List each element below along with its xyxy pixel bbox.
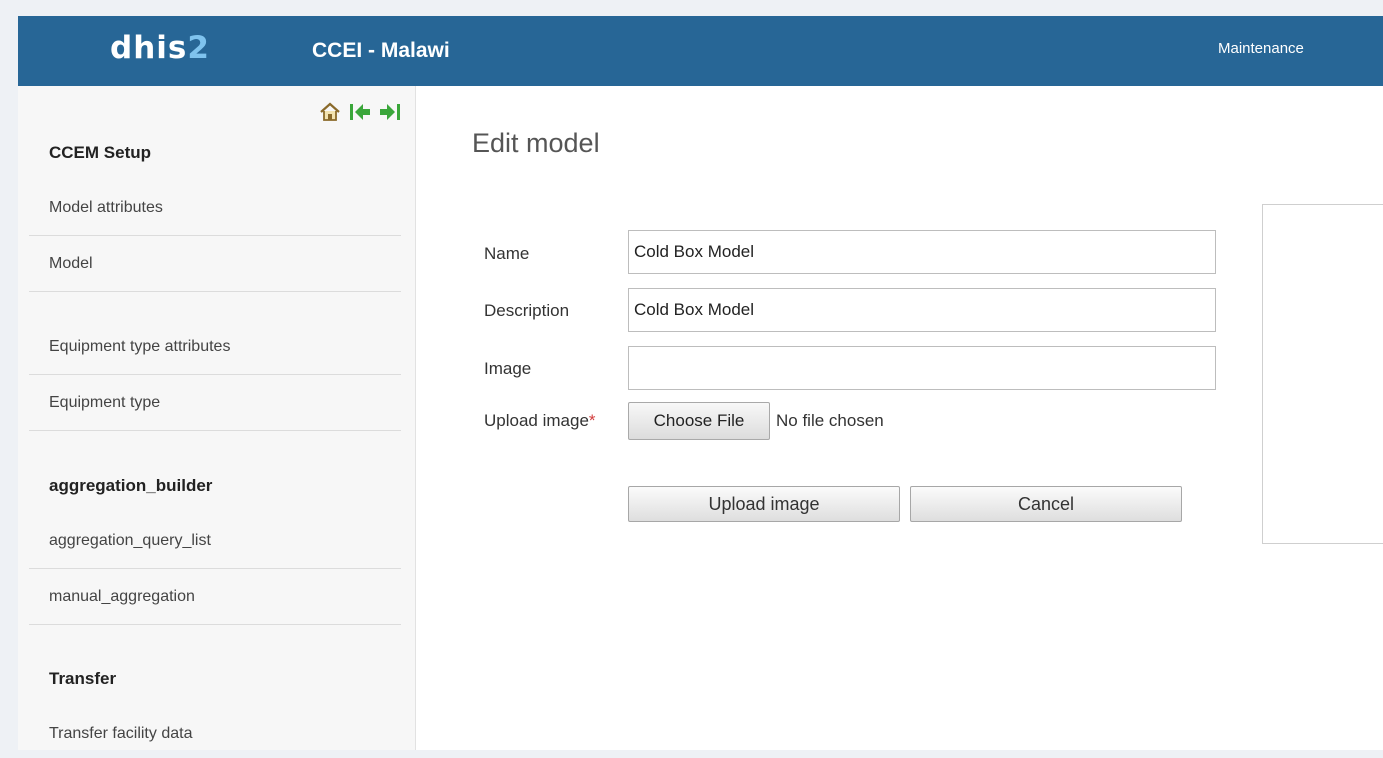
maintenance-link[interactable]: Maintenance xyxy=(1218,40,1304,57)
no-file-chosen-text: No file chosen xyxy=(776,411,884,430)
cancel-button[interactable]: Cancel xyxy=(910,486,1182,522)
sidebar-item-aggregation-query-list[interactable]: aggregation_query_list xyxy=(29,513,401,569)
upload-image-label-text: Upload image xyxy=(484,411,589,430)
image-input[interactable] xyxy=(628,346,1216,390)
image-label: Image xyxy=(484,359,532,378)
page-title: Edit model xyxy=(472,128,600,158)
sidebar-item-equipment-type[interactable]: Equipment type xyxy=(29,375,401,431)
logo-main-text: dhis xyxy=(110,30,188,66)
upload-image-button[interactable]: Upload image xyxy=(628,486,900,522)
name-input[interactable] xyxy=(628,230,1216,274)
expand-right-icon[interactable] xyxy=(378,100,402,124)
logo-accent-text: 2 xyxy=(187,30,210,66)
description-input[interactable] xyxy=(628,288,1216,332)
sidebar-nav-icons xyxy=(318,100,414,126)
collapse-left-icon[interactable] xyxy=(348,100,372,124)
dhis2-logo[interactable]: dhis2 xyxy=(110,30,210,66)
app-title: CCEI - Malawi xyxy=(312,39,450,62)
sidebar-item-model[interactable]: Model xyxy=(29,236,401,292)
description-label: Description xyxy=(484,301,570,320)
sidebar-heading-transfer: Transfer xyxy=(49,669,117,688)
choose-file-button[interactable]: Choose File xyxy=(628,402,770,440)
sidebar-item-transfer-facility-data[interactable]: Transfer facility data xyxy=(29,706,401,750)
image-preview-box xyxy=(1262,204,1383,544)
home-icon[interactable] xyxy=(318,100,342,124)
sidebar-heading-aggregation-builder: aggregation_builder xyxy=(49,476,213,495)
app-frame: dhis2 CCEI - Malawi Maintenance CCEM Set… xyxy=(18,16,1383,750)
sidebar-item-equipment-type-attributes[interactable]: Equipment type attributes xyxy=(29,319,401,375)
required-marker: * xyxy=(588,411,596,430)
upload-image-label: Upload image* xyxy=(484,411,596,431)
sidebar-item-manual-aggregation[interactable]: manual_aggregation xyxy=(29,569,401,625)
sidebar: CCEM Setup Model attributes Model Equipm… xyxy=(18,86,416,750)
sidebar-item-model-attributes[interactable]: Model attributes xyxy=(29,180,401,236)
top-header: dhis2 CCEI - Malawi Maintenance xyxy=(18,16,1383,86)
name-label: Name xyxy=(484,244,530,263)
main-content: Edit model Name Description Image Upload… xyxy=(416,86,1383,750)
sidebar-heading-ccem-setup: CCEM Setup xyxy=(49,143,151,162)
